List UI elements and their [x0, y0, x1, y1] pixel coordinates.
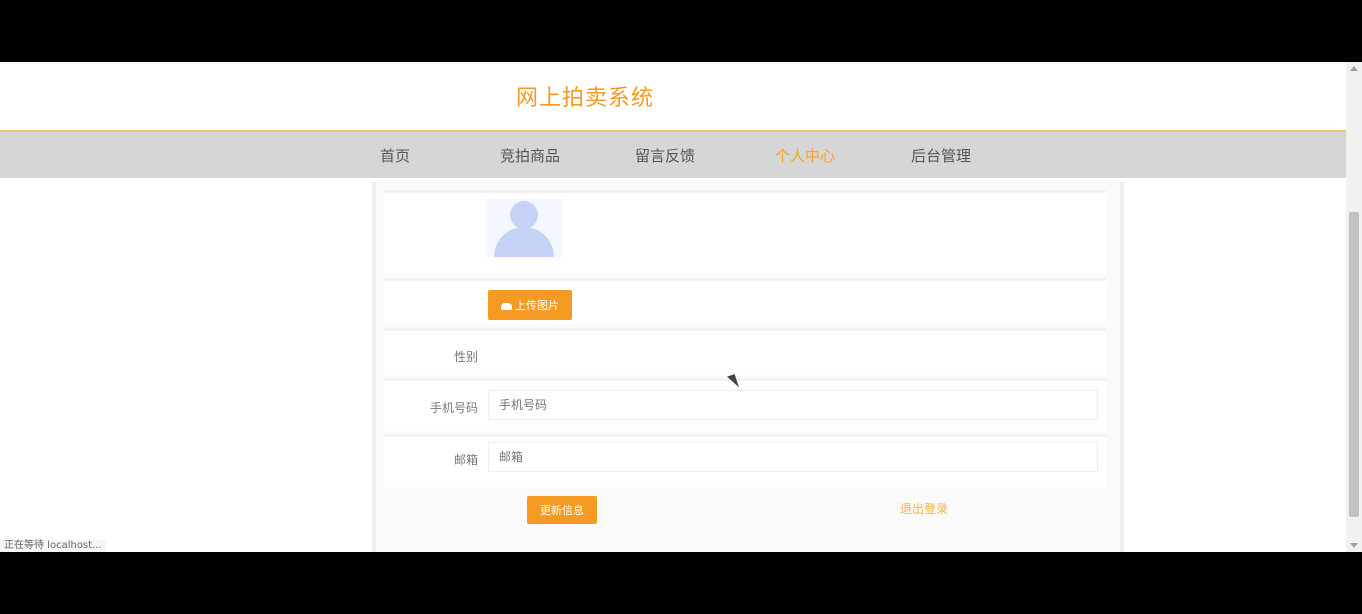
email-input[interactable] [488, 442, 1098, 472]
scroll-up-arrow-icon[interactable] [1350, 66, 1358, 71]
scroll-down-arrow-icon[interactable] [1350, 543, 1358, 548]
avatar [486, 199, 562, 257]
phone-input[interactable] [488, 390, 1098, 420]
nav-item-personal-center[interactable]: 个人中心 [775, 145, 835, 166]
upload-button-label: 上传图片 [515, 299, 559, 312]
gender-label: 性别 [453, 350, 478, 364]
browser-status-bar: 正在等待 localhost... [0, 540, 106, 552]
site-header: 网上拍卖系统 [0, 62, 1346, 132]
email-label: 邮箱 [453, 453, 478, 467]
gender-row [384, 328, 1106, 375]
profile-form: 上传图片 性别 手机号码 邮箱 [372, 182, 1124, 552]
cloud-upload-icon [501, 302, 512, 310]
nav-item-auction-goods[interactable]: 竞拍商品 [500, 145, 560, 166]
avatar-head-shape [510, 201, 538, 229]
nav-item-admin[interactable]: 后台管理 [911, 145, 971, 166]
nav-item-home[interactable]: 首页 [380, 145, 410, 166]
phone-label: 手机号码 [429, 401, 478, 415]
avatar-row [384, 190, 1106, 273]
site-title: 网上拍卖系统 [516, 85, 655, 110]
update-info-button[interactable]: 更新信息 [527, 496, 597, 524]
vertical-scrollbar[interactable] [1346, 62, 1362, 552]
nav-item-feedback[interactable]: 留言反馈 [635, 145, 695, 166]
browser-viewport: 网上拍卖系统 首页 竞拍商品 留言反馈 个人中心 后台管理 上传图片 性别 手机… [0, 62, 1346, 552]
avatar-body-shape [494, 227, 554, 257]
upload-image-button[interactable]: 上传图片 [488, 290, 572, 320]
scrollbar-thumb[interactable] [1349, 212, 1359, 517]
main-nav: 首页 竞拍商品 留言反馈 个人中心 后台管理 [0, 132, 1346, 178]
logout-button[interactable]: 退出登录 [900, 500, 948, 517]
